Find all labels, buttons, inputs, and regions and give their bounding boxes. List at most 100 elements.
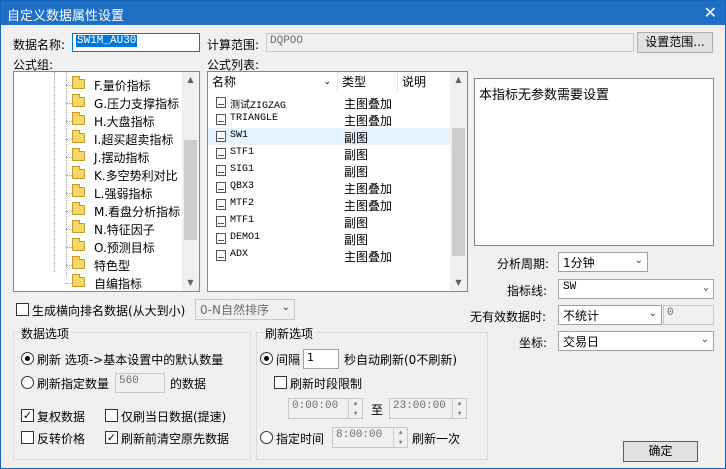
- table-row[interactable]: STF1 副图: [208, 145, 450, 162]
- ok-button[interactable]: 确定: [623, 441, 698, 462]
- tree-item[interactable]: L.强弱指标: [72, 184, 184, 202]
- column-header-type[interactable]: 类型: [338, 72, 398, 92]
- formula-name: TRIANGLE: [230, 113, 279, 124]
- table-row[interactable]: SW1 副图: [208, 128, 450, 145]
- close-icon[interactable]: ✕: [704, 3, 717, 22]
- time-to-input[interactable]: 23:00:00 ▲ ▼: [389, 398, 467, 419]
- folder-icon: [72, 112, 85, 125]
- tree-item[interactable]: G.压力支撑指标: [72, 94, 184, 112]
- fixed-time-spinner[interactable]: ▲ ▼: [393, 428, 407, 447]
- table-row[interactable]: TRIANGLE 主图叠加: [208, 111, 450, 128]
- formula-file-icon: [216, 114, 226, 125]
- column-header-desc[interactable]: 说明: [398, 72, 458, 92]
- indicator-line-label: 指标线:: [507, 284, 548, 298]
- tree-item-label: H.大盘指标: [94, 115, 155, 129]
- table-row[interactable]: QBX3 主图叠加: [208, 179, 450, 196]
- axis-label: 坐标:: [519, 336, 548, 350]
- formula-type: 副图: [344, 216, 369, 230]
- tree-scrollbar[interactable]: ▲ ▼: [182, 72, 199, 291]
- scroll-up-icon[interactable]: ▲: [450, 72, 467, 88]
- formula-file-icon: [216, 148, 226, 159]
- param-note-text: 本指标无参数需要设置: [479, 88, 610, 103]
- list-scroll-thumb[interactable]: [452, 128, 465, 256]
- clear-before-label: 刷新前清空原先数据: [121, 432, 230, 446]
- formula-file-icon: [216, 131, 226, 142]
- today-only-checkbox[interactable]: [105, 409, 118, 422]
- table-row[interactable]: ADX 主图叠加: [208, 247, 450, 264]
- refresh-count-input[interactable]: 560: [115, 373, 165, 393]
- table-row[interactable]: MTF2 主图叠加: [208, 196, 450, 213]
- formula-group-tree[interactable]: F.量价指标 G.压力支撑指标 H.大盘指标 I.超买超卖指标 J.摆动指标 K.多空势利…: [13, 71, 200, 292]
- invalid-data-select[interactable]: 不统计 ⌄: [558, 305, 662, 325]
- tree-item[interactable]: 自编指标: [72, 274, 184, 291]
- calc-range-input[interactable]: DQPOO: [266, 33, 634, 52]
- tree-scroll-thumb[interactable]: [184, 140, 197, 240]
- time-to-spinner[interactable]: ▲ ▼: [452, 399, 466, 418]
- invalid-data-value-input[interactable]: 0: [663, 305, 714, 325]
- chevron-down-icon: ⌄: [648, 308, 657, 319]
- interval-suffix: 秒自动刷新(0不刷新): [344, 353, 457, 367]
- scroll-down-icon[interactable]: ▼: [182, 275, 199, 291]
- data-name-value: SW1M_AU30: [76, 35, 138, 47]
- indicator-line-select[interactable]: SW ⌄: [558, 279, 714, 299]
- formula-type: 副图: [344, 131, 369, 145]
- time-from-input[interactable]: 0:00:00 ▲ ▼: [288, 398, 363, 419]
- data-name-input[interactable]: SW1M_AU30: [72, 33, 200, 52]
- period-limit-label: 刷新时段限制: [290, 377, 363, 391]
- fixed-time-input[interactable]: 8:00:00 ▲ ▼: [332, 427, 408, 448]
- tree-item-label: O.预测目标: [94, 241, 155, 255]
- table-row[interactable]: DEMO1 副图: [208, 230, 450, 247]
- data-name-label: 数据名称:: [13, 38, 66, 52]
- tree-item-label: J.摆动指标: [94, 151, 150, 165]
- chevron-down-icon: ⌄: [634, 255, 643, 266]
- fixed-time-radio[interactable]: [260, 431, 273, 444]
- reverse-price-checkbox[interactable]: [21, 431, 34, 444]
- interval-input[interactable]: 1: [303, 349, 339, 369]
- tree-item[interactable]: K.多空势利对比: [72, 166, 184, 184]
- refresh-count-radio[interactable]: [21, 376, 34, 389]
- folder-icon: [72, 76, 85, 89]
- folder-icon: [72, 220, 85, 233]
- tree-item[interactable]: 特色型: [72, 256, 184, 274]
- tree-item[interactable]: F.量价指标: [72, 76, 184, 94]
- folder-icon: [72, 256, 85, 269]
- table-row[interactable]: SIG1 副图: [208, 162, 450, 179]
- formula-list-table[interactable]: 名称 ⌄ 类型 说明 测试ZIGZAG 主图叠加 TRIANGLE 主图叠加 SW1 副图…: [207, 71, 468, 292]
- formula-file-icon: [216, 165, 226, 176]
- axis-select[interactable]: 交易日 ⌄: [558, 331, 714, 351]
- time-to-label: 至: [371, 403, 384, 417]
- interval-label: 间隔: [276, 353, 301, 367]
- set-range-button[interactable]: 设置范围...: [637, 32, 713, 53]
- table-row[interactable]: MTF1 副图: [208, 213, 450, 230]
- title-bar[interactable]: 自定义数据属性设置 ✕: [1, 1, 725, 25]
- refresh-count-label: 刷新指定数量: [37, 377, 110, 391]
- column-header-name[interactable]: 名称 ⌄: [208, 72, 338, 92]
- param-note-panel: 本指标无参数需要设置: [474, 78, 714, 246]
- analysis-period-select[interactable]: 1分钟 ⌄: [558, 252, 648, 272]
- tree-item[interactable]: O.预测目标: [72, 238, 184, 256]
- interval-radio[interactable]: [260, 352, 273, 365]
- period-limit-checkbox[interactable]: [274, 376, 287, 389]
- list-scrollbar[interactable]: ▲ ▼: [450, 72, 467, 291]
- fixed-time-suffix: 刷新一次: [412, 432, 461, 446]
- table-row[interactable]: 测试ZIGZAG 主图叠加: [208, 94, 450, 112]
- rank-checkbox[interactable]: [16, 303, 29, 316]
- tree-item[interactable]: J.摆动指标: [72, 148, 184, 166]
- formula-type: 主图叠加: [344, 199, 393, 213]
- scroll-down-icon[interactable]: ▼: [450, 275, 467, 291]
- formula-file-icon: [216, 97, 226, 108]
- clear-before-checkbox[interactable]: ✓: [105, 431, 118, 444]
- tree-item[interactable]: M.看盘分析指标: [72, 202, 184, 220]
- formula-name: 测试ZIGZAG: [230, 101, 287, 112]
- formula-name: DEMO1: [230, 232, 261, 243]
- tree-item[interactable]: I.超买超卖指标: [72, 130, 184, 148]
- rank-label: 生成横向排名数据(从大到小): [32, 304, 186, 318]
- tree-item[interactable]: N.特征因子: [72, 220, 184, 238]
- rank-order-select[interactable]: 0-N自然排序 ⌄: [195, 299, 295, 320]
- scroll-up-icon[interactable]: ▲: [182, 72, 199, 88]
- refresh-count-suffix: 的数据: [170, 377, 207, 391]
- refresh-default-radio[interactable]: [21, 352, 34, 365]
- restore-rights-checkbox[interactable]: ✓: [21, 409, 34, 422]
- time-from-spinner[interactable]: ▲ ▼: [348, 399, 362, 418]
- tree-item[interactable]: H.大盘指标: [72, 112, 184, 130]
